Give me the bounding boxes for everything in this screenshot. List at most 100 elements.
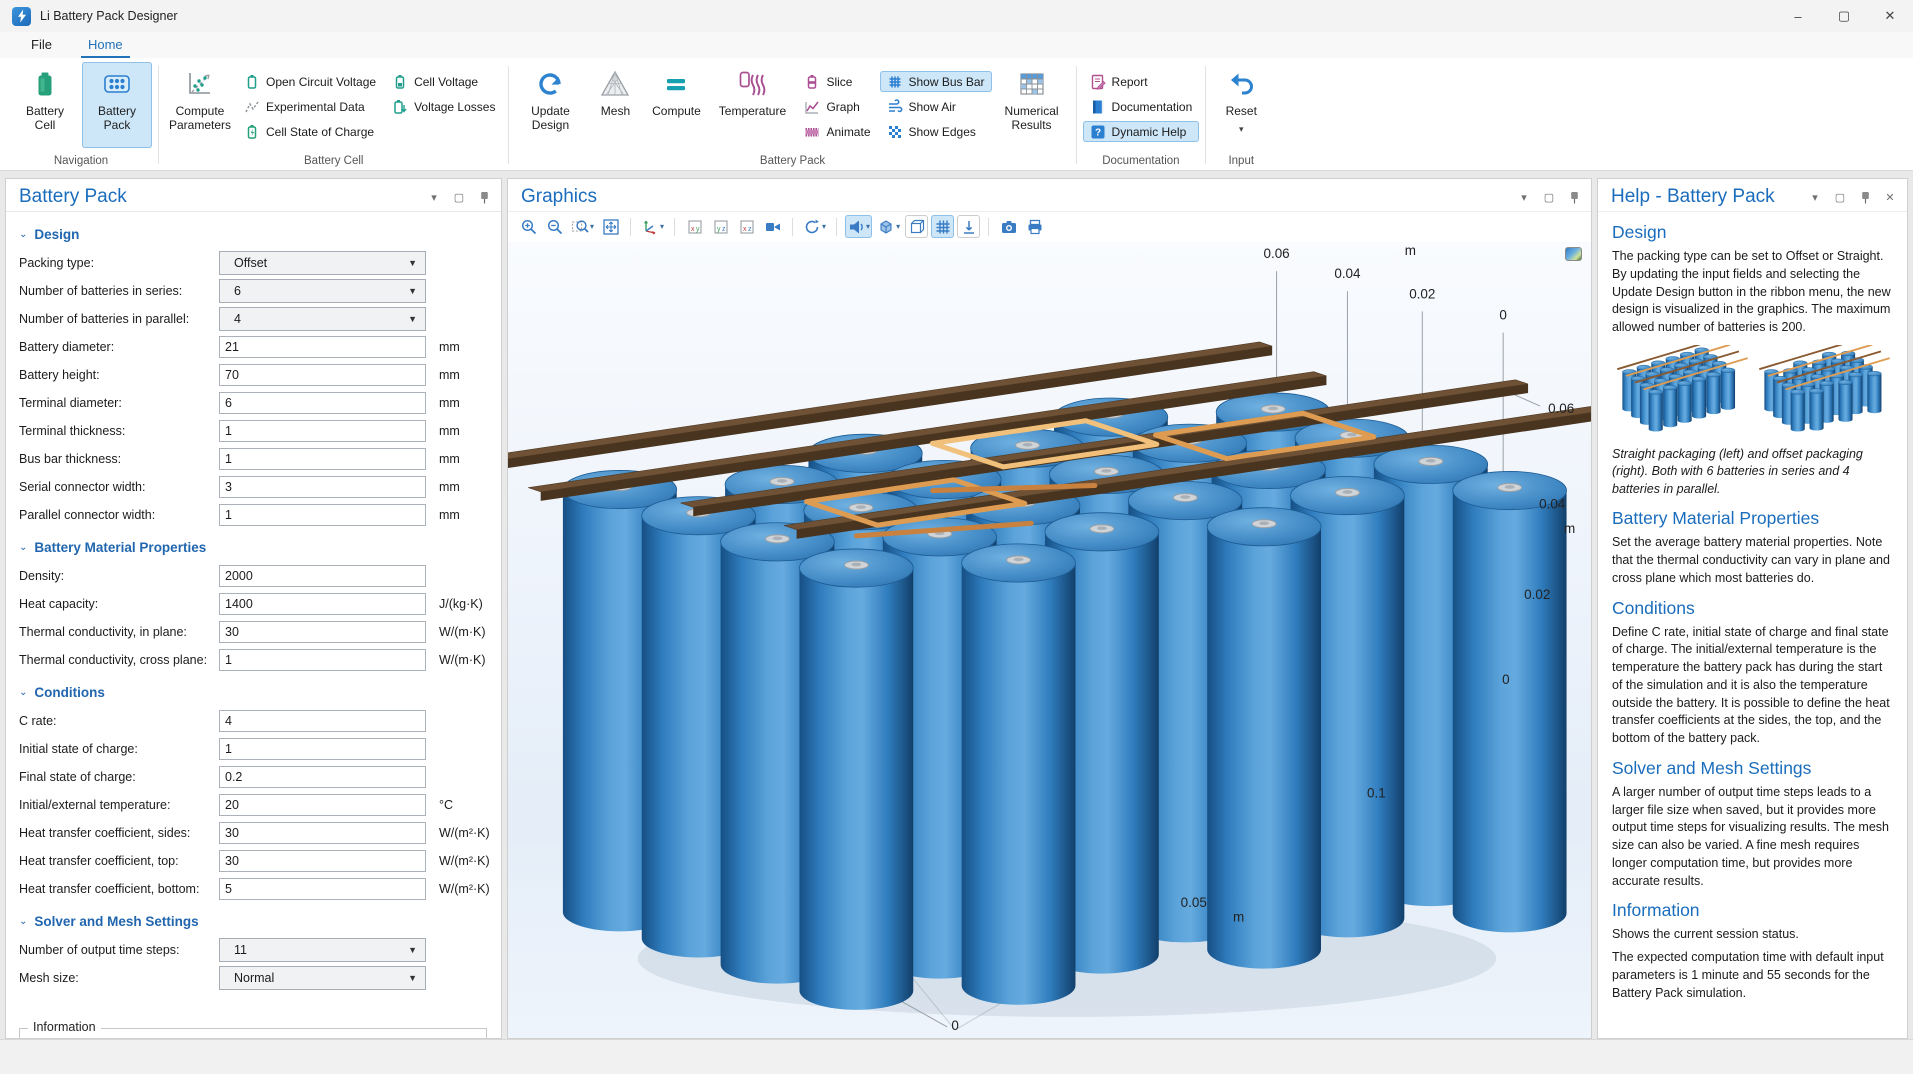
dropdown-field[interactable]: 4▼ xyxy=(219,307,426,331)
show-air-button[interactable]: Show Air xyxy=(880,96,992,117)
zoom-box-button[interactable]: ▾ xyxy=(569,215,596,238)
reset-button[interactable]: Reset ▾ xyxy=(1212,62,1270,148)
view-orientation-button[interactable] xyxy=(957,215,980,238)
dynamic-help-button[interactable]: Dynamic Help xyxy=(1083,121,1200,142)
cell-state-of-charge-button[interactable]: Cell State of Charge xyxy=(237,121,383,142)
text-input-field[interactable]: 1 xyxy=(219,420,426,442)
maximize-button[interactable]: ▢ xyxy=(1821,0,1867,32)
text-input-field[interactable]: 1 xyxy=(219,738,426,760)
pin-icon[interactable] xyxy=(1858,190,1872,204)
battery-pack-button[interactable]: BatteryPack xyxy=(82,62,152,148)
text-input-field[interactable]: 1 xyxy=(219,448,426,470)
section-conditions[interactable]: ⌄Conditions xyxy=(19,685,487,700)
settings-row: Battery diameter:21mm xyxy=(19,335,487,359)
voltage-losses-button[interactable]: Voltage Losses xyxy=(385,96,502,117)
text-input-field[interactable]: 30 xyxy=(219,822,426,844)
color-legend-overlay-button[interactable] xyxy=(1565,247,1582,261)
show-grid-button[interactable] xyxy=(931,215,954,238)
image-snapshot-button[interactable] xyxy=(997,215,1020,238)
mesh-button[interactable]: Mesh xyxy=(587,62,643,148)
pin-icon[interactable] xyxy=(477,190,491,204)
experimental-data-button[interactable]: Experimental Data xyxy=(237,96,383,117)
text-input-field[interactable]: 1 xyxy=(219,504,426,526)
field-label: Thermal conductivity, cross plane: xyxy=(19,653,219,667)
report-button[interactable]: Report xyxy=(1083,71,1200,92)
float-window-icon[interactable]: ▢ xyxy=(1542,190,1556,204)
zoom-extents-button[interactable] xyxy=(599,215,622,238)
view-xy-plane-button[interactable] xyxy=(683,215,706,238)
menu-home-active[interactable]: Home xyxy=(81,32,130,58)
help-heading-design: Design xyxy=(1612,222,1893,243)
text-input-field[interactable]: 4 xyxy=(219,710,426,732)
graphics-canvas[interactable]: 0.060.040.020m0.060.040.020m0.10.050m xyxy=(508,242,1591,1038)
update-design-button[interactable]: UpdateDesign xyxy=(515,62,585,148)
chevron-down-icon: ⌄ xyxy=(19,916,27,927)
text-input-field[interactable]: 21 xyxy=(219,336,426,358)
group-label-navigation: Navigation xyxy=(6,155,156,170)
text-input-field[interactable]: 30 xyxy=(219,621,426,643)
zoom-out-button[interactable] xyxy=(543,215,566,238)
chevron-down-icon[interactable]: ▾ xyxy=(866,222,870,231)
text-input-field[interactable]: 0.2 xyxy=(219,766,426,788)
text-input-field[interactable]: 30 xyxy=(219,850,426,872)
chevron-down-icon[interactable]: ▾ xyxy=(660,222,664,231)
graphics-panel-header: Graphics ▾ ▢ xyxy=(508,179,1591,211)
dropdown-field[interactable]: Offset▼ xyxy=(219,251,426,275)
section-design[interactable]: ⌄Design xyxy=(19,227,487,242)
compute-button[interactable]: Compute xyxy=(645,62,707,148)
slice-button[interactable]: Slice xyxy=(797,71,877,92)
temperature-button[interactable]: Temperature xyxy=(709,62,795,148)
float-window-icon[interactable]: ▢ xyxy=(452,190,466,204)
numerical-results-button[interactable]: NumericalResults xyxy=(994,62,1070,148)
text-input-field[interactable]: 6 xyxy=(219,392,426,414)
section-battery-material-properties[interactable]: ⌄Battery Material Properties xyxy=(19,540,487,555)
text-input-field[interactable]: 2000 xyxy=(219,565,426,587)
compute-parameters-button[interactable]: ComputeParameters xyxy=(165,62,235,148)
battery-pack-3d-view[interactable]: 0.060.040.020m0.060.040.020m0.10.050m xyxy=(508,242,1591,1038)
section-solver-and-mesh-settings[interactable]: ⌄Solver and Mesh Settings xyxy=(19,914,487,929)
menu-file[interactable]: File xyxy=(24,32,59,58)
print-button[interactable] xyxy=(1023,215,1046,238)
text-input-field[interactable]: 70 xyxy=(219,364,426,386)
show-box-button[interactable] xyxy=(905,215,928,238)
text-input-field[interactable]: 1400 xyxy=(219,593,426,615)
minimize-button[interactable]: – xyxy=(1775,0,1821,32)
view-xz-plane-button[interactable] xyxy=(735,215,758,238)
chevron-down-icon[interactable]: ▾ xyxy=(1239,124,1244,135)
float-window-icon[interactable]: ▢ xyxy=(1833,190,1847,204)
cell-voltage-button[interactable]: Cell Voltage xyxy=(385,71,502,92)
dropdown-field[interactable]: Normal▼ xyxy=(219,966,426,990)
chevron-down-icon[interactable]: ▾ xyxy=(590,222,594,231)
rotate-button[interactable]: ▾ xyxy=(801,215,828,238)
dropdown-field[interactable]: 6▼ xyxy=(219,279,426,303)
animate-button[interactable]: Animate xyxy=(797,121,877,142)
show-edges-button[interactable]: Show Edges xyxy=(880,121,992,142)
chevron-down-icon[interactable]: ▾ xyxy=(1517,190,1531,204)
environment-reflections-button[interactable]: ▾ xyxy=(875,215,902,238)
go-to-default-3d-view-button[interactable]: ▾ xyxy=(639,215,666,238)
text-input-field[interactable]: 1 xyxy=(219,649,426,671)
scene-light-button[interactable]: ▾ xyxy=(845,215,872,238)
field-label: Number of output time steps: xyxy=(19,943,219,957)
documentation-button[interactable]: Documentation xyxy=(1083,96,1200,117)
open-circuit-voltage-button[interactable]: Open Circuit Voltage xyxy=(237,71,383,92)
battery-cell-button[interactable]: BatteryCell xyxy=(10,62,80,148)
close-button[interactable]: ✕ xyxy=(1867,0,1913,32)
field-value: 1 xyxy=(225,653,232,667)
text-input-field[interactable]: 20 xyxy=(219,794,426,816)
view-yz-plane-button[interactable] xyxy=(709,215,732,238)
settings-row: Parallel connector width:1mm xyxy=(19,503,487,527)
show-bus-bar-button[interactable]: Show Bus Bar xyxy=(880,71,992,92)
chevron-down-icon[interactable]: ▾ xyxy=(427,190,441,204)
text-input-field[interactable]: 5 xyxy=(219,878,426,900)
dropdown-field[interactable]: 11▼ xyxy=(219,938,426,962)
zoom-in-button[interactable] xyxy=(517,215,540,238)
graph-button[interactable]: Graph xyxy=(797,96,877,117)
text-input-field[interactable]: 3 xyxy=(219,476,426,498)
chevron-down-icon[interactable]: ▾ xyxy=(896,222,900,231)
scene-projection-button[interactable] xyxy=(761,215,784,238)
chevron-down-icon[interactable]: ▾ xyxy=(1808,190,1822,204)
chevron-down-icon[interactable]: ▾ xyxy=(822,222,826,231)
pin-icon[interactable] xyxy=(1567,190,1581,204)
close-icon[interactable]: ✕ xyxy=(1883,190,1897,204)
